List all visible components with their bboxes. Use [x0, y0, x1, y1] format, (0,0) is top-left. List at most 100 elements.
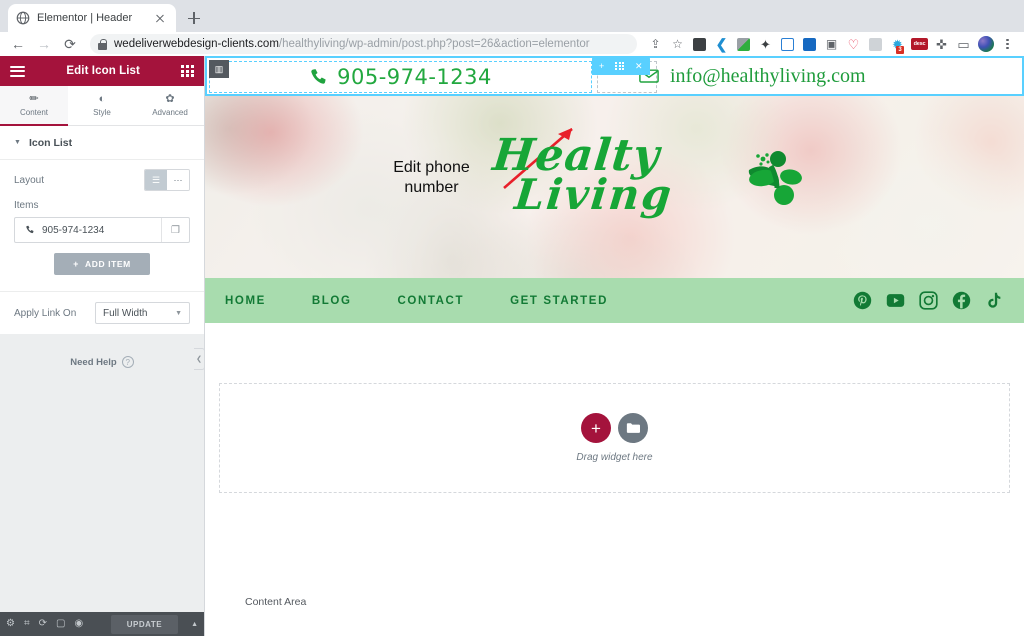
nav-link-blog[interactable]: BLOG — [312, 295, 352, 307]
layout-control-row: Layout ☰ ⋯ — [0, 160, 204, 200]
content-area-label: Content Area — [245, 596, 307, 608]
new-tab-button[interactable] — [180, 4, 208, 32]
loom-extension-icon[interactable]: ♡ — [843, 34, 864, 55]
site-nav[interactable]: HOME BLOG CONTACT GET STARTED — [205, 278, 1024, 323]
close-icon[interactable] — [152, 10, 168, 26]
url-text: wedeliverwebdesign-clients.com/healthyli… — [114, 38, 590, 50]
nav-link-home[interactable]: HOME — [225, 295, 266, 307]
tab-content[interactable]: ✏ Content — [0, 86, 68, 126]
desc-extension-icon[interactable]: desc — [909, 34, 930, 55]
globe-icon — [16, 11, 30, 25]
browser-tab[interactable]: Elementor | Header — [8, 4, 176, 32]
pinterest-icon[interactable] — [853, 291, 872, 310]
tab-style[interactable]: ◐ Style — [68, 86, 136, 125]
sidepanel-icon[interactable]: ▭ — [953, 34, 974, 55]
template-library-button[interactable] — [618, 413, 648, 443]
sparkle-extension-icon[interactable]: ✹ 3 — [887, 34, 908, 55]
add-item-button[interactable]: + ADD ITEM — [54, 253, 150, 275]
email-widget[interactable]: info@healthyliving.com — [631, 58, 1022, 94]
instagram-icon[interactable] — [919, 291, 938, 310]
duplicate-icon[interactable]: ❐ — [161, 218, 189, 242]
chevron-up-icon[interactable]: ▲ — [187, 621, 198, 628]
grid-icon[interactable] — [181, 64, 194, 78]
phone-icon — [26, 225, 34, 234]
list-item[interactable]: 905-974-1234 ❐ — [14, 217, 190, 243]
drop-zone[interactable]: + Drag widget here — [219, 383, 1010, 493]
browser-chrome: Elementor | Header ← → ⟳ wedeliverwebdes… — [0, 0, 1024, 56]
bookmark-star-icon[interactable]: ☆ — [667, 34, 688, 55]
preview-body: + Drag widget here Content Area — [205, 323, 1024, 636]
tab-advanced[interactable]: ✿ Advanced — [136, 86, 204, 125]
add-section-button[interactable]: + — [581, 413, 611, 443]
url-path: /healthyliving/wp-admin/post.php?post=26… — [278, 38, 590, 50]
share-icon[interactable]: ⇪ — [645, 34, 666, 55]
keyboard-extension-icon[interactable] — [689, 34, 710, 55]
apply-link-select[interactable]: Full Width ▼ — [95, 302, 190, 324]
hamburger-icon[interactable] — [10, 65, 25, 77]
grammar-extension-icon[interactable] — [865, 34, 886, 55]
extension-badge: 3 — [896, 45, 904, 54]
section-icon-list-header[interactable]: ▼ Icon List — [0, 126, 204, 160]
desc-extension-label: desc — [911, 38, 928, 50]
tab-style-label: Style — [93, 108, 111, 117]
layout-label: Layout — [14, 174, 45, 186]
social-links — [853, 291, 1004, 310]
logo: Healty Living — [490, 130, 802, 220]
chevron-down-icon: ▼ — [14, 139, 21, 146]
drop-buttons: + — [581, 413, 648, 443]
page-extension-icon[interactable] — [777, 34, 798, 55]
nav-link-contact[interactable]: CONTACT — [398, 295, 465, 307]
youtube-icon[interactable] — [886, 291, 905, 310]
preview-canvas: ▥ 905-974-1234 + ✕ info@healthyliving.co… — [205, 56, 1024, 636]
hero-banner[interactable]: Edit phone number Healty Living — [205, 96, 1024, 278]
tiktok-icon[interactable] — [985, 291, 1004, 310]
elementor-panel: Edit Icon List ✏ Content ◐ Style ✿ Advan… — [0, 56, 205, 636]
folder-icon — [626, 423, 640, 433]
history-icon[interactable]: ⟳ — [39, 619, 47, 629]
topbar-section[interactable]: ▥ 905-974-1234 + ✕ info@healthyliving.co… — [205, 56, 1024, 96]
back-button[interactable]: ← — [6, 32, 30, 56]
layout-extension-icon[interactable] — [799, 34, 820, 55]
phone-icon — [311, 68, 326, 84]
chrome-menu-icon[interactable] — [997, 34, 1018, 55]
wrench-extension-icon[interactable]: ✦ — [755, 34, 776, 55]
layout-toggle-group: ☰ ⋯ — [144, 169, 190, 191]
settings-icon[interactable]: ⚙ — [6, 619, 15, 629]
inline-layout-button[interactable]: ⋯ — [167, 170, 189, 190]
nav-link-get-started[interactable]: GET STARTED — [510, 295, 608, 307]
camera-extension-icon[interactable]: ▣ — [821, 34, 842, 55]
close-icon[interactable]: ✕ — [635, 61, 643, 71]
logo-line2: Living — [512, 170, 676, 220]
avatar[interactable] — [975, 34, 996, 55]
plus-icon[interactable]: + — [599, 61, 604, 71]
chevron-down-icon: ▼ — [175, 309, 182, 317]
preview-changes-icon[interactable]: ◉ — [74, 619, 83, 629]
panel-spacer: Need Help ? — [0, 334, 204, 612]
annotation-line1: Edit phone — [393, 159, 470, 176]
forward-button[interactable]: → — [32, 32, 56, 56]
panel-body: ▼ Icon List Layout ☰ ⋯ Items 905-974-123… — [0, 126, 204, 334]
facebook-icon[interactable] — [952, 291, 971, 310]
panel-collapse-handle[interactable]: ❮ — [194, 348, 205, 370]
responsive-mode-icon[interactable]: ▢ — [56, 619, 65, 629]
phone-inner: 905-974-1234 — [309, 65, 492, 89]
clarity-extension-icon[interactable]: ❮ — [711, 34, 732, 55]
reload-button[interactable]: ⟳ — [58, 32, 82, 56]
column-handle-icon[interactable]: ▥ — [209, 60, 229, 78]
eyedropper-extension-icon[interactable] — [733, 34, 754, 55]
contrast-icon: ◐ — [98, 93, 106, 105]
items-label: Items — [14, 200, 39, 211]
plus-icon: + — [591, 418, 601, 438]
need-help[interactable]: Need Help ? — [0, 356, 204, 368]
list-layout-button[interactable]: ☰ — [145, 170, 167, 190]
chevron-left-icon: ❮ — [196, 356, 202, 363]
address-bar[interactable]: wedeliverwebdesign-clients.com/healthyli… — [90, 34, 637, 54]
list-icon: ☰ — [151, 174, 161, 185]
update-button[interactable]: UPDATE — [110, 614, 179, 634]
extensions-puzzle-icon[interactable]: ✜ — [931, 34, 952, 55]
navigator-icon[interactable]: ⌗ — [24, 619, 30, 629]
item-drag-area[interactable]: 905-974-1234 — [15, 225, 161, 236]
drag-handle-icon[interactable] — [615, 61, 625, 71]
phone-widget[interactable]: 905-974-1234 — [209, 61, 592, 93]
drop-hint: Drag widget here — [576, 452, 653, 463]
